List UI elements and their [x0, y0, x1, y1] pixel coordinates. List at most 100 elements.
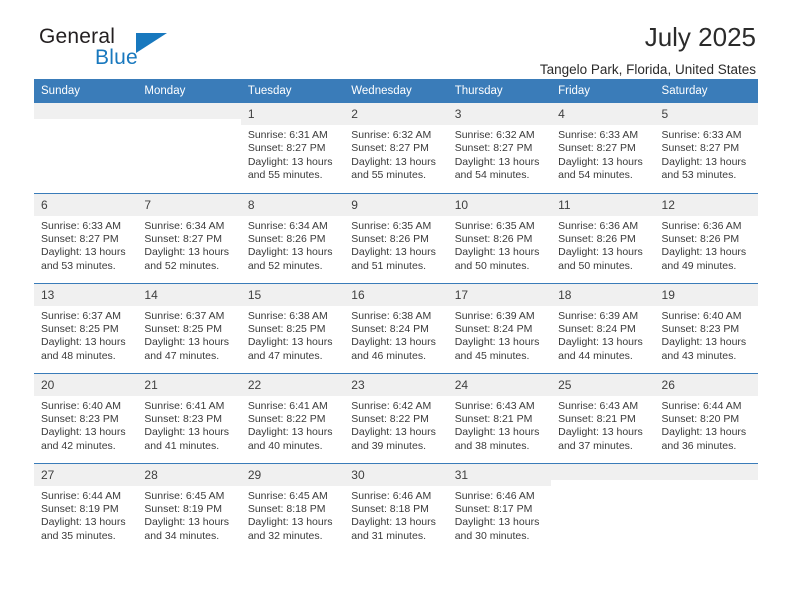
calendar-week-row: 20 Sunrise: 6:40 AM Sunset: 8:23 PM Dayl… [34, 372, 758, 463]
daylight-text: Daylight: 13 hours and 42 minutes. [41, 426, 126, 452]
sunset-text: Sunset: 8:25 PM [247, 322, 326, 335]
sunrise-text: Sunrise: 6:40 AM [41, 399, 121, 412]
day-info: Sunrise: 6:41 AM Sunset: 8:23 PM Dayligh… [137, 396, 240, 454]
sunrise-text: Sunrise: 6:37 AM [41, 309, 121, 322]
sunrise-text: Sunrise: 6:43 AM [558, 399, 639, 412]
day-info: Sunrise: 6:46 AM Sunset: 8:18 PM Dayligh… [344, 486, 447, 544]
day-cell[interactable]: 18 Sunrise: 6:39 AM Sunset: 8:24 PM Dayl… [551, 282, 655, 373]
day-cell[interactable] [654, 462, 758, 553]
day-info: Sunrise: 6:33 AM Sunset: 8:27 PM Dayligh… [655, 125, 758, 183]
day-cell[interactable]: 6 Sunrise: 6:33 AM Sunset: 8:27 PM Dayli… [34, 192, 138, 283]
sunset-text: Sunset: 8:19 PM [41, 502, 119, 515]
daylight-text: Daylight: 13 hours and 47 minutes. [144, 336, 230, 362]
daylight-text: Daylight: 13 hours and 35 minutes. [41, 516, 126, 542]
calendar-page: General Blue July 2025 Tangelo Park, Flo… [0, 0, 792, 612]
day-cell[interactable]: 22 Sunrise: 6:41 AM Sunset: 8:22 PM Dayl… [240, 372, 345, 463]
sunrise-text: Sunrise: 6:44 AM [41, 489, 121, 502]
day-number: 1 [240, 103, 345, 125]
day-cell[interactable]: 19 Sunrise: 6:40 AM Sunset: 8:23 PM Dayl… [654, 282, 758, 373]
sunrise-text: Sunrise: 6:46 AM [351, 489, 432, 502]
day-cell[interactable]: 31 Sunrise: 6:46 AM Sunset: 8:17 PM Dayl… [447, 462, 552, 553]
day-info: Sunrise: 6:44 AM Sunset: 8:20 PM Dayligh… [655, 396, 758, 454]
sunrise-text: Sunrise: 6:34 AM [144, 219, 225, 232]
day-cell[interactable]: 3 Sunrise: 6:32 AM Sunset: 8:27 PM Dayli… [447, 103, 552, 193]
day-cell[interactable]: 23 Sunrise: 6:42 AM Sunset: 8:22 PM Dayl… [344, 372, 448, 463]
day-cell[interactable]: 12 Sunrise: 6:36 AM Sunset: 8:26 PM Dayl… [654, 192, 758, 283]
day-info: Sunrise: 6:31 AM Sunset: 8:27 PM Dayligh… [241, 125, 344, 183]
day-info: Sunrise: 6:45 AM Sunset: 8:18 PM Dayligh… [241, 486, 344, 544]
day-cell[interactable]: 30 Sunrise: 6:46 AM Sunset: 8:18 PM Dayl… [344, 462, 448, 553]
sunrise-sunset-calendar: Sunday Monday Tuesday Wednesday Thursday… [34, 79, 758, 553]
day-cell[interactable]: 20 Sunrise: 6:40 AM Sunset: 8:23 PM Dayl… [34, 372, 138, 463]
daylight-text: Daylight: 13 hours and 55 minutes. [247, 155, 333, 182]
sunset-text: Sunset: 8:18 PM [351, 502, 429, 515]
day-cell[interactable]: 27 Sunrise: 6:44 AM Sunset: 8:19 PM Dayl… [34, 462, 138, 553]
day-info: Sunrise: 6:43 AM Sunset: 8:21 PM Dayligh… [551, 396, 654, 454]
day-info: Sunrise: 6:32 AM Sunset: 8:27 PM Dayligh… [448, 125, 551, 183]
day-number: 8 [240, 193, 345, 216]
day-info: Sunrise: 6:42 AM Sunset: 8:22 PM Dayligh… [344, 396, 447, 454]
day-number: 9 [344, 193, 448, 216]
sunset-text: Sunset: 8:24 PM [351, 322, 429, 335]
sunrise-text: Sunrise: 6:35 AM [454, 219, 535, 232]
day-number: 2 [344, 103, 448, 125]
sunset-text: Sunset: 8:24 PM [454, 322, 533, 335]
day-info: Sunrise: 6:41 AM Sunset: 8:22 PM Dayligh… [241, 396, 344, 454]
day-number: 15 [240, 283, 345, 306]
daylight-text: Daylight: 13 hours and 30 minutes. [454, 516, 540, 542]
weekday-header-wednesday: Wednesday [344, 79, 448, 103]
day-cell[interactable]: 4 Sunrise: 6:33 AM Sunset: 8:27 PM Dayli… [551, 103, 655, 193]
sunset-text: Sunset: 8:26 PM [454, 232, 533, 245]
sunset-text: Sunset: 8:20 PM [661, 412, 740, 425]
day-cell[interactable]: 11 Sunrise: 6:36 AM Sunset: 8:26 PM Dayl… [551, 192, 655, 283]
sunset-text: Sunset: 8:27 PM [454, 142, 533, 155]
calendar-week-row: 1 Sunrise: 6:31 AM Sunset: 8:27 PM Dayli… [34, 103, 758, 193]
daylight-text: Daylight: 13 hours and 48 minutes. [41, 336, 126, 362]
day-cell[interactable]: 13 Sunrise: 6:37 AM Sunset: 8:25 PM Dayl… [34, 282, 138, 373]
calendar-body: 1 Sunrise: 6:31 AM Sunset: 8:27 PM Dayli… [34, 103, 758, 553]
general-blue-logo[interactable]: General Blue [39, 26, 239, 72]
day-cell[interactable]: 5 Sunrise: 6:33 AM Sunset: 8:27 PM Dayli… [654, 103, 758, 193]
day-number: 26 [654, 373, 758, 396]
daylight-text: Daylight: 13 hours and 34 minutes. [144, 516, 230, 542]
day-cell[interactable]: 21 Sunrise: 6:41 AM Sunset: 8:23 PM Dayl… [137, 372, 241, 463]
day-cell[interactable]: 25 Sunrise: 6:43 AM Sunset: 8:21 PM Dayl… [551, 372, 655, 463]
daylight-text: Daylight: 13 hours and 54 minutes. [558, 155, 643, 182]
daylight-text: Daylight: 13 hours and 49 minutes. [661, 246, 747, 272]
day-cell[interactable]: 15 Sunrise: 6:38 AM Sunset: 8:25 PM Dayl… [240, 282, 345, 373]
day-info: Sunrise: 6:35 AM Sunset: 8:26 PM Dayligh… [344, 216, 447, 274]
day-number: 19 [654, 283, 758, 306]
day-info: Sunrise: 6:44 AM Sunset: 8:19 PM Dayligh… [34, 486, 137, 544]
day-number: 20 [34, 373, 138, 396]
sunrise-text: Sunrise: 6:43 AM [454, 399, 535, 412]
day-cell[interactable]: 26 Sunrise: 6:44 AM Sunset: 8:20 PM Dayl… [654, 372, 758, 463]
day-info: Sunrise: 6:33 AM Sunset: 8:27 PM Dayligh… [34, 216, 137, 274]
location-subtitle: Tangelo Park, Florida, United States [539, 62, 756, 77]
sunrise-text: Sunrise: 6:38 AM [351, 309, 432, 322]
day-cell[interactable]: 8 Sunrise: 6:34 AM Sunset: 8:26 PM Dayli… [240, 192, 345, 283]
weekday-header-saturday: Saturday [654, 79, 758, 103]
day-cell[interactable]: 10 Sunrise: 6:35 AM Sunset: 8:26 PM Dayl… [447, 192, 552, 283]
sunrise-text: Sunrise: 6:36 AM [558, 219, 639, 232]
day-info: Sunrise: 6:38 AM Sunset: 8:25 PM Dayligh… [241, 306, 344, 364]
day-cell[interactable]: 28 Sunrise: 6:45 AM Sunset: 8:19 PM Dayl… [137, 462, 241, 553]
sunset-text: Sunset: 8:27 PM [661, 142, 740, 155]
day-cell[interactable]: 9 Sunrise: 6:35 AM Sunset: 8:26 PM Dayli… [344, 192, 448, 283]
sunrise-text: Sunrise: 6:32 AM [351, 129, 432, 141]
day-number: 31 [447, 463, 552, 486]
sunrise-text: Sunrise: 6:34 AM [247, 219, 328, 232]
day-cell[interactable] [34, 103, 138, 193]
day-cell[interactable]: 16 Sunrise: 6:38 AM Sunset: 8:24 PM Dayl… [344, 282, 448, 373]
day-cell[interactable]: 14 Sunrise: 6:37 AM Sunset: 8:25 PM Dayl… [137, 282, 241, 373]
day-cell[interactable] [551, 462, 655, 553]
day-cell[interactable]: 29 Sunrise: 6:45 AM Sunset: 8:18 PM Dayl… [240, 462, 345, 553]
day-cell[interactable] [137, 103, 241, 193]
day-cell[interactable]: 24 Sunrise: 6:43 AM Sunset: 8:21 PM Dayl… [447, 372, 552, 463]
day-cell[interactable]: 7 Sunrise: 6:34 AM Sunset: 8:27 PM Dayli… [137, 192, 241, 283]
day-cell[interactable]: 17 Sunrise: 6:39 AM Sunset: 8:24 PM Dayl… [447, 282, 552, 373]
day-cell[interactable]: 1 Sunrise: 6:31 AM Sunset: 8:27 PM Dayli… [240, 103, 345, 193]
day-cell[interactable]: 2 Sunrise: 6:32 AM Sunset: 8:27 PM Dayli… [344, 103, 448, 193]
sunset-text: Sunset: 8:23 PM [661, 322, 740, 335]
sunrise-text: Sunrise: 6:32 AM [454, 129, 535, 141]
day-number: 5 [654, 103, 758, 125]
